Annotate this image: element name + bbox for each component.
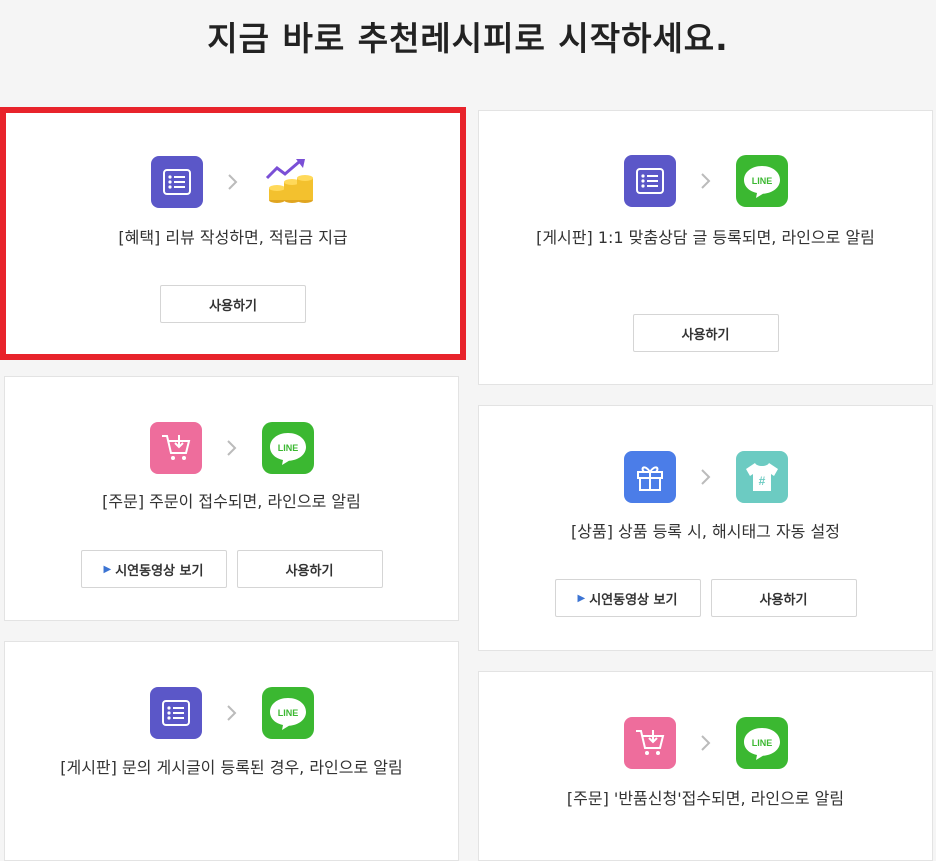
chevron-right-icon	[676, 734, 736, 752]
video-demo-button[interactable]: ▶ 시연동영상 보기	[80, 550, 227, 588]
recipe-flow: LINE	[479, 155, 932, 207]
page-title: 지금 바로 추천레시피로 시작하세요.	[207, 19, 729, 58]
use-button[interactable]: 사용하기	[236, 550, 383, 588]
recipe-flow: LINE	[479, 717, 932, 769]
chevron-right-icon	[203, 173, 263, 191]
video-demo-label: 시연동영상 보기	[589, 592, 678, 608]
svg-text:#: #	[758, 474, 765, 488]
use-button[interactable]: 사용하기	[710, 579, 857, 617]
tshirt-hashtag-icon: #	[735, 451, 788, 503]
recipe-title: [게시판] 1:1 맞춤상담 글 등록되면, 라인으로 알림	[536, 228, 875, 247]
recipe-flow: LINE	[5, 687, 458, 739]
chevron-right-icon	[202, 704, 262, 722]
line-icon: LINE	[735, 155, 788, 207]
use-button[interactable]: 사용하기	[632, 314, 779, 352]
svg-text:LINE: LINE	[751, 738, 772, 748]
svg-text:LINE: LINE	[277, 443, 298, 453]
play-triangle-icon: ▶	[103, 563, 112, 575]
line-icon: LINE	[261, 422, 314, 474]
coins-growth-icon	[263, 156, 315, 208]
chevron-right-icon	[676, 172, 736, 190]
recipe-card-order-line: LINE [주문] 주문이 접수되면, 라인으로 알림 ▶ 시연동영상 보기 사…	[4, 376, 459, 621]
recipe-title: [주문] 주문이 접수되면, 라인으로 알림	[102, 492, 361, 511]
cart-icon	[149, 422, 202, 474]
recipe-flow: LINE	[5, 422, 458, 474]
board-list-icon	[151, 156, 203, 208]
play-triangle-icon: ▶	[577, 592, 586, 604]
svg-text:LINE: LINE	[751, 176, 772, 186]
recipe-title: [주문] '반품신청'접수되면, 라인으로 알림	[566, 789, 845, 808]
gift-icon	[623, 451, 676, 503]
cart-icon	[623, 717, 676, 769]
line-icon: LINE	[735, 717, 788, 769]
recipe-card-inquiry-line: LINE [게시판] 문의 게시글이 등록된 경우, 라인으로 알림	[4, 641, 459, 861]
recipe-title: [상품] 상품 등록 시, 해시태그 자동 설정	[571, 522, 840, 541]
video-demo-button[interactable]: ▶ 시연동영상 보기	[554, 579, 701, 617]
recipe-title: [게시판] 문의 게시글이 등록된 경우, 라인으로 알림	[60, 758, 403, 777]
use-button[interactable]: 사용하기	[160, 285, 306, 323]
chevron-right-icon	[676, 468, 736, 486]
chevron-right-icon	[202, 439, 262, 457]
board-list-icon	[623, 155, 676, 207]
video-demo-label: 시연동영상 보기	[115, 563, 204, 579]
board-list-icon	[149, 687, 202, 739]
recipe-card-product-hashtag: # [상품] 상품 등록 시, 해시태그 자동 설정 ▶ 시연동영상 보기 사용…	[478, 405, 933, 651]
recipe-flow	[6, 156, 460, 208]
svg-text:LINE: LINE	[277, 708, 298, 718]
recipe-card-consult-line: LINE [게시판] 1:1 맞춤상담 글 등록되면, 라인으로 알림 사용하기	[478, 110, 933, 385]
recipe-card-return-line: LINE [주문] '반품신청'접수되면, 라인으로 알림	[478, 671, 933, 861]
recipe-card-review-reward: [혜택] 리뷰 작성하면, 적립금 지급 사용하기	[0, 107, 466, 360]
recipe-flow: #	[479, 451, 932, 503]
line-icon: LINE	[261, 687, 314, 739]
recipe-title: [혜택] 리뷰 작성하면, 적립금 지급	[118, 228, 348, 247]
